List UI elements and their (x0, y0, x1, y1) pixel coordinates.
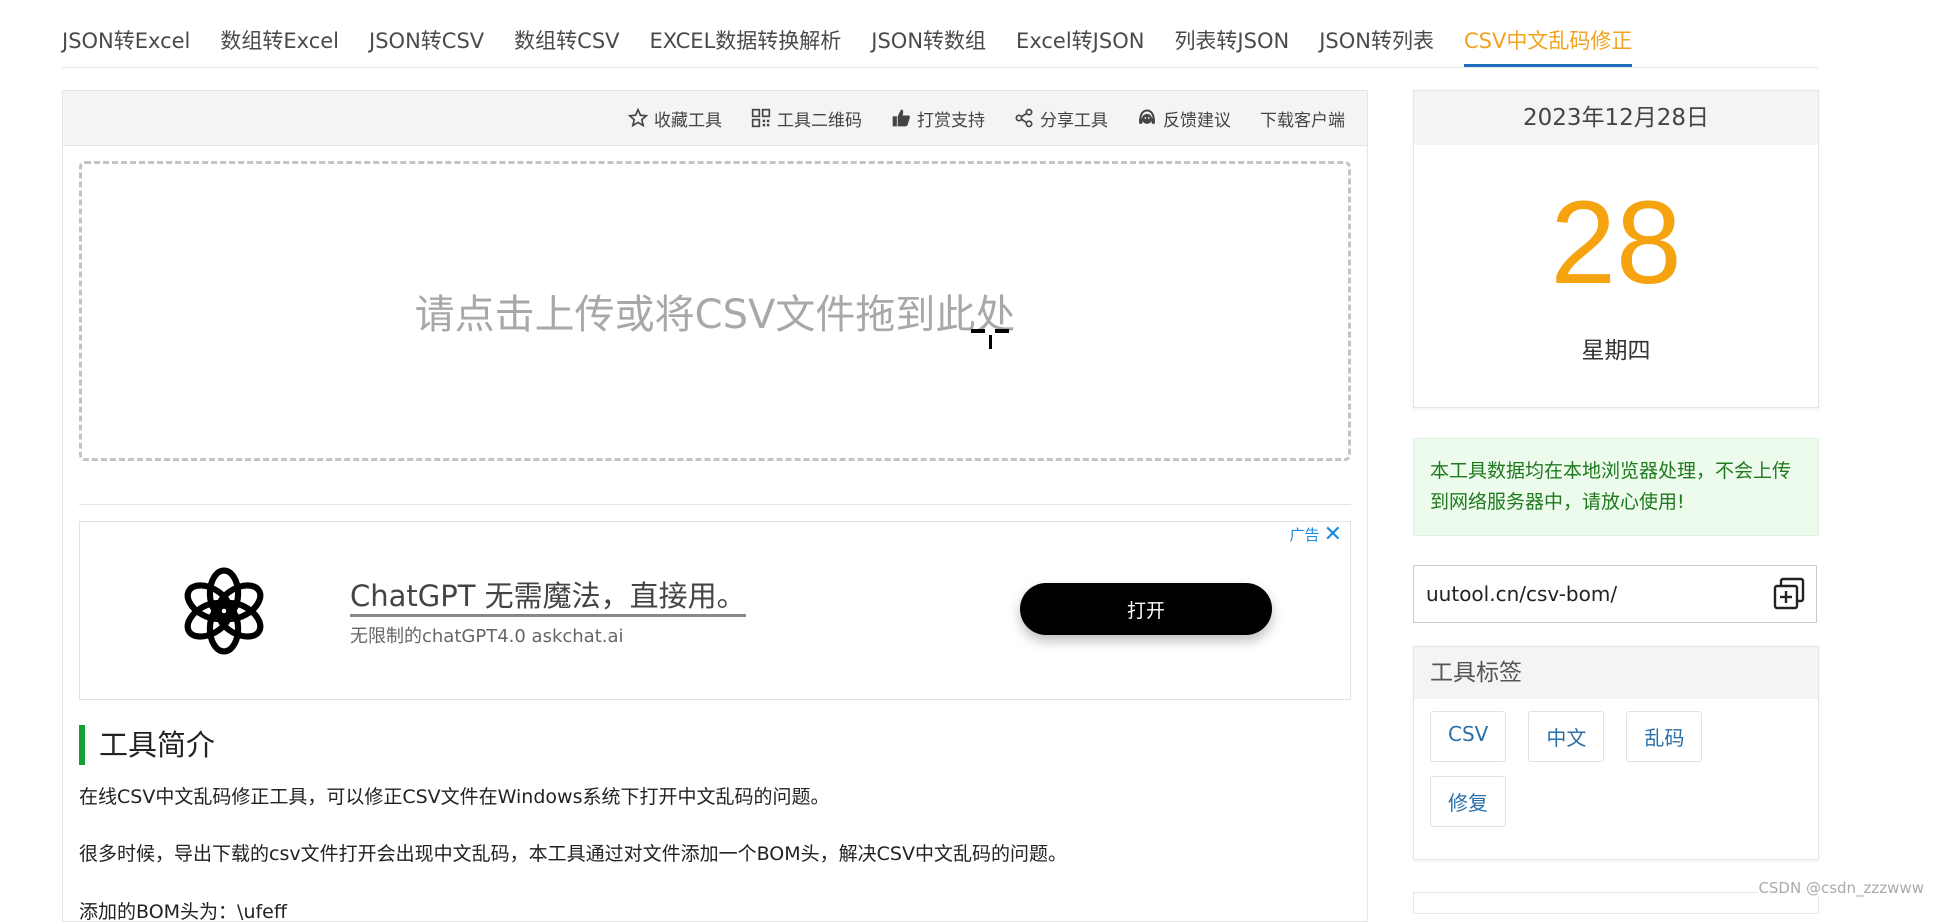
nav-item-json-csv[interactable]: JSON转CSV (369, 25, 484, 67)
date-day-number: 28 (1550, 177, 1682, 309)
privacy-notice-text: 本工具数据均在本地浏览器处理，不会上传到网络服务器中，请放心使用! (1430, 460, 1792, 513)
tag-fix[interactable]: 修复 (1430, 776, 1506, 827)
nav-item-list-json[interactable]: 列表转JSON (1174, 25, 1289, 67)
nav-item-excel-parse[interactable]: EXCEL数据转换解析 (650, 25, 842, 67)
share-icon (1015, 108, 1033, 128)
qrcode-icon (751, 108, 771, 128)
nav-item-csv-bom[interactable]: CSV中文乱码修正 (1463, 25, 1633, 67)
reward-label: 打赏支持 (917, 110, 985, 131)
favorite-tool-button[interactable]: 收藏工具 (628, 106, 722, 131)
headset-icon (1139, 109, 1155, 124)
csv-upload-dropzone[interactable]: 请点击上传或将CSV文件拖到此处 (79, 161, 1351, 461)
ad-title[interactable]: ChatGPT 无需魔法，直接用。 (350, 578, 746, 617)
intro-heading: 工具简介 (79, 725, 215, 765)
tool-url-box[interactable]: uutool.cn/csv-bom/ (1413, 565, 1817, 623)
thumbs-up-icon (892, 109, 910, 127)
feedback-label: 反馈建议 (1163, 110, 1231, 131)
reward-button[interactable]: 打赏支持 (891, 106, 985, 131)
cursor-icon (971, 329, 1009, 349)
download-client-button[interactable]: 下载客户端 (1260, 106, 1345, 131)
nav-item-array-excel[interactable]: 数组转Excel (220, 25, 339, 67)
nav-item-array-csv[interactable]: 数组转CSV (514, 25, 619, 67)
qrcode-label: 工具二维码 (777, 110, 862, 131)
share-button[interactable]: 分享工具 (1014, 106, 1108, 131)
ad-subtitle: 无限制的chatGPT4.0 askchat.ai (350, 626, 624, 647)
intro-paragraph-3: 添加的BOM头为：\ufeff (79, 901, 287, 923)
feedback-button[interactable]: 反馈建议 (1137, 106, 1231, 131)
intro-paragraph-1: 在线CSV中文乱码修正工具，可以修正CSV文件在Windows系统下打开中文乱码… (79, 786, 830, 808)
ad-label[interactable]: 广告 ✕ (1289, 523, 1342, 545)
favorite-tool-label: 收藏工具 (654, 110, 722, 131)
nav-item-json-excel[interactable]: JSON转Excel (62, 25, 190, 67)
ad-label-text: 广告 (1289, 526, 1320, 544)
tag-csv[interactable]: CSV (1430, 711, 1507, 762)
section-divider (79, 504, 1351, 505)
tool-tags-title: 工具标签 (1414, 647, 1818, 699)
qrcode-button[interactable]: 工具二维码 (751, 106, 862, 131)
tool-tags-card: 工具标签 CSV 中文 乱码 修复 (1413, 646, 1819, 860)
tool-toolbar: 收藏工具 工具二维码 打赏支持 分享工具 反馈建议 下载客户端 (63, 91, 1367, 146)
nav-item-json-array[interactable]: JSON转数组 (871, 25, 986, 67)
date-card: 2023年12月28日 28 星期四 (1413, 90, 1819, 408)
nav-item-json-list[interactable]: JSON转列表 (1319, 25, 1434, 67)
nav-item-excel-json[interactable]: Excel转JSON (1016, 25, 1144, 67)
star-icon (628, 108, 648, 128)
tool-tags-list: CSV 中文 乱码 修复 (1414, 699, 1818, 853)
tag-garbled[interactable]: 乱码 (1626, 711, 1703, 762)
date-full: 2023年12月28日 (1414, 91, 1818, 145)
intro-paragraph-2: 很多时候，导出下载的csv文件打开会出现中文乱码，本工具通过对文件添加一个BOM… (79, 843, 1067, 865)
ad-open-button[interactable]: 打开 (1020, 583, 1272, 635)
close-icon[interactable]: ✕ (1324, 523, 1342, 545)
date-weekday: 星期四 (1581, 338, 1651, 364)
share-label: 分享工具 (1040, 110, 1108, 131)
chatgpt-logo-icon (184, 567, 264, 655)
top-nav: JSON转Excel 数组转Excel JSON转CSV 数组转CSV EXCE… (62, 0, 1818, 68)
tool-main-card: 收藏工具 工具二维码 打赏支持 分享工具 反馈建议 下载客户端 请点击上传或将C… (62, 90, 1368, 923)
download-client-label: 下载客户端 (1260, 110, 1345, 131)
copy-icon[interactable] (1772, 577, 1806, 611)
privacy-notice: 本工具数据均在本地浏览器处理，不会上传到网络服务器中，请放心使用! (1413, 438, 1819, 536)
tag-chinese[interactable]: 中文 (1528, 711, 1605, 762)
ad-banner[interactable]: 广告 ✕ ChatGPT 无需魔法，直接用。 无限制的chatGPT4.0 as… (79, 521, 1351, 700)
dropzone-text: 请点击上传或将CSV文件拖到此处 (414, 292, 1016, 338)
csdn-watermark: CSDN @csdn_zzzwww (1758, 879, 1924, 897)
tool-url-text[interactable]: uutool.cn/csv-bom/ (1426, 582, 1772, 606)
